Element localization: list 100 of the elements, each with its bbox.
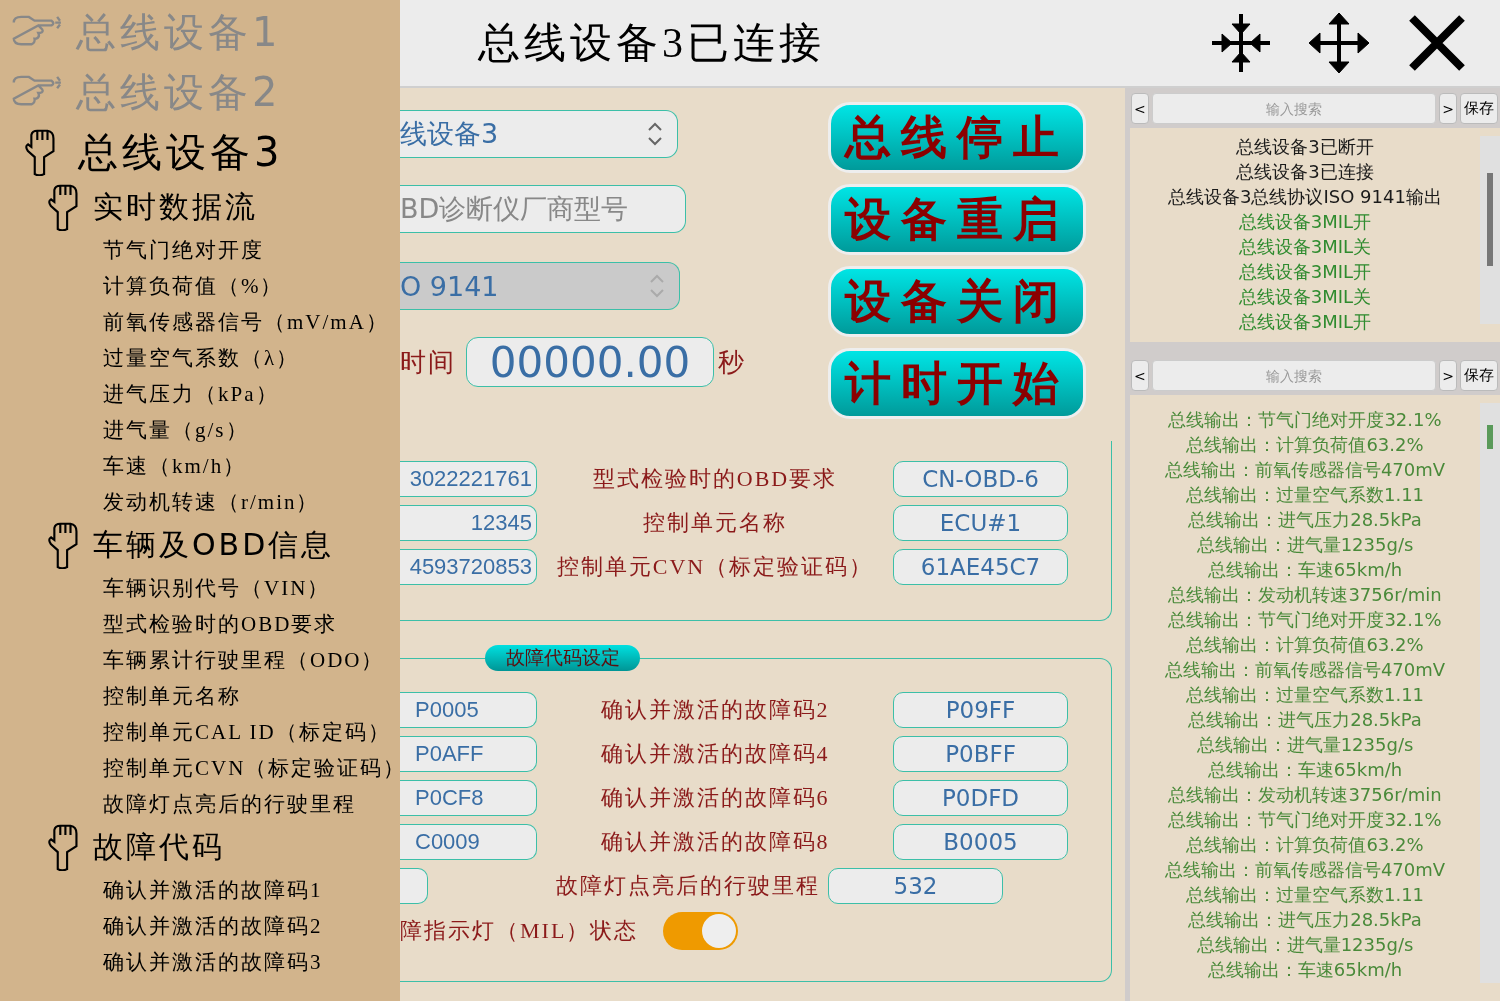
tree-item[interactable]: 故障代码	[0, 822, 400, 872]
scrollbar[interactable]	[1480, 403, 1500, 983]
tree-item[interactable]: 车速（km/h）	[0, 448, 400, 484]
value-field[interactable]: 4593720853	[400, 549, 537, 585]
log-entry: 总线输出：进气量1235g/s	[1196, 533, 1414, 557]
log-entry: 总线设备3MIL开	[1238, 310, 1372, 334]
timer-field[interactable]: 00000.00	[466, 337, 714, 387]
log-entry: 总线输出：前氧传感器信号470mV	[1164, 858, 1446, 882]
field-label: 障指示灯（MIL）状态	[400, 917, 640, 945]
tree-item[interactable]: 确认并激活的故障码2	[0, 908, 400, 944]
tree-item[interactable]: 确认并激活的故障码3	[0, 944, 400, 980]
field-label: 确认并激活的故障码8	[599, 828, 831, 856]
value-field[interactable]: ECU#1	[893, 505, 1068, 541]
value-field[interactable]: C0009	[400, 824, 537, 860]
group-title: 故障代码设定	[485, 645, 640, 671]
search-field[interactable]: 输入搜索	[1151, 360, 1437, 391]
tree-item[interactable]: 进气量（g/s）	[0, 412, 400, 448]
tree-item[interactable]: 进气压力（kPa）	[0, 376, 400, 412]
timer-unit: 秒	[718, 346, 744, 379]
log-entry: 总线设备3已断开	[1236, 135, 1374, 159]
value-field[interactable]: 532	[828, 868, 1003, 904]
tree-item[interactable]: 车辆累计行驶里程（ODO）	[0, 642, 400, 678]
tree-item[interactable]: 过量空气系数（λ）	[0, 340, 400, 376]
log-entry: 总线输出：进气量1235g/s	[1196, 933, 1414, 957]
tree-item[interactable]: 控制单元CVN（标定验证码）	[0, 750, 400, 786]
save-button[interactable]: 保存	[1460, 93, 1498, 124]
tree-item[interactable]: 型式检验时的OBD要求	[0, 606, 400, 642]
field-label: 故障灯点亮后的行驶里程	[555, 872, 821, 900]
log-entry: 总线输出：节气门绝对开度32.1%	[1168, 808, 1442, 832]
value-field[interactable]: 3022221761	[400, 461, 537, 497]
field-label: 确认并激活的故障码2	[599, 696, 831, 724]
device-select[interactable]: 线设备3	[400, 110, 678, 158]
value-field[interactable]: 61AE45C7	[893, 549, 1068, 585]
value-field[interactable]: P0CF8	[400, 780, 537, 816]
tree-item[interactable]: 节气门绝对开度	[0, 232, 400, 268]
field-label: 控制单元名称	[642, 509, 788, 537]
log-entry: 总线输出：进气压力28.5kPa	[1188, 508, 1422, 532]
window-title: 总线设备3已连接	[478, 19, 826, 68]
field-label: 控制单元CVN（标定验证码）	[555, 553, 875, 581]
tree-item[interactable]: 总线设备3	[0, 122, 400, 182]
action-button[interactable]: 设备关闭	[828, 266, 1086, 337]
save-button[interactable]: 保存	[1460, 360, 1498, 391]
log-entry: 总线设备3MIL关	[1238, 235, 1372, 259]
mil-toggle[interactable]	[663, 912, 738, 950]
log-entry: 总线输出：计算负荷值63.2%	[1186, 833, 1424, 857]
value-field[interactable]: P0DFD	[893, 780, 1068, 816]
log-entry: 总线输出：计算负荷值63.2%	[1186, 633, 1424, 657]
log-entry: 总线输出：车速65km/h	[1207, 558, 1403, 582]
log-entry: 总线输出：车速65km/h	[1207, 758, 1403, 782]
tree-item[interactable]: 车辆识别代号（VIN）	[0, 570, 400, 606]
tree-item[interactable]: 故障灯点亮后的行驶里程	[0, 786, 400, 822]
log-entry: 总线输出：过量空气系数1.11	[1185, 883, 1425, 907]
value-field[interactable]	[400, 868, 428, 904]
value-field[interactable]: P09FF	[893, 692, 1068, 728]
log-entry: 总线设备3已连接	[1236, 160, 1374, 184]
log-entry: 总线输出：前氧传感器信号470mV	[1164, 658, 1446, 682]
log-entry: 总线输出：进气压力28.5kPa	[1188, 708, 1422, 732]
value-field[interactable]: P0005	[400, 692, 537, 728]
next-button[interactable]: >	[1439, 93, 1457, 124]
chevron-updown-icon	[649, 273, 665, 299]
previous-button[interactable]: <	[1131, 93, 1149, 124]
value-field[interactable]: P0BFF	[893, 736, 1068, 772]
log-entry: 总线输出：发动机转速3756r/min	[1168, 583, 1442, 607]
value-field[interactable]: P0AFF	[400, 736, 537, 772]
log-entry: 总线输出：过量空气系数1.11	[1185, 683, 1425, 707]
chevron-updown-icon	[647, 121, 663, 147]
log-entry: 总线设备3MIL开	[1238, 210, 1372, 234]
log-entry: 总线设备3MIL开	[1238, 260, 1372, 284]
timer-label: 时间	[400, 346, 457, 379]
field-label: 型式检验时的OBD要求	[591, 465, 839, 493]
tree-item[interactable]: 实时数据流	[0, 182, 400, 232]
log-entry: 总线输出：计算负荷值63.2%	[1186, 433, 1424, 457]
tree-item[interactable]: 前氧传感器信号（mV/mA）	[0, 304, 400, 340]
tree-item[interactable]: 确认并激活的故障码1	[0, 872, 400, 908]
log-entry: 总线设备3MIL关	[1238, 285, 1372, 309]
log-entry: 总线输出：发动机转速3756r/min	[1168, 783, 1442, 807]
field-label: 确认并激活的故障码6	[599, 784, 831, 812]
action-button[interactable]: 设备重启	[828, 184, 1086, 255]
log-entry: 总线输出：前氧传感器信号470mV	[1164, 458, 1446, 482]
value-field[interactable]: B0005	[893, 824, 1068, 860]
action-button[interactable]: 计时开始	[828, 348, 1086, 419]
tree-item[interactable]: 发动机转速（r/min）	[0, 484, 400, 520]
previous-button[interactable]: <	[1131, 360, 1149, 391]
action-button[interactable]: 总线停止	[828, 102, 1086, 173]
tree-item[interactable]: 计算负荷值（%）	[0, 268, 400, 304]
next-button[interactable]: >	[1439, 360, 1457, 391]
value-field[interactable]: CN-OBD-6	[893, 461, 1068, 497]
log-entry: 总线输出：节气门绝对开度32.1%	[1168, 608, 1442, 632]
log-entry: 总线输出：过量空气系数1.11	[1185, 483, 1425, 507]
field-label: 确认并激活的故障码4	[599, 740, 831, 768]
log-entry: 总线输出：进气压力28.5kPa	[1188, 908, 1422, 932]
log-entry: 总线输出：进气量1235g/s	[1196, 733, 1414, 757]
scrollbar[interactable]	[1480, 136, 1500, 324]
search-field[interactable]: 输入搜索	[1151, 93, 1437, 124]
tree-item[interactable]: 车辆及OBD信息	[0, 520, 400, 570]
log-entry: 总线设备3总线协议ISO 9141输出	[1168, 185, 1442, 209]
log-entry: 总线输出：车速65km/h	[1207, 958, 1403, 982]
tree-item[interactable]: 控制单元名称	[0, 678, 400, 714]
value-field[interactable]: 12345	[400, 505, 537, 541]
tree-item[interactable]: 控制单元CAL ID（标定码）	[0, 714, 400, 750]
